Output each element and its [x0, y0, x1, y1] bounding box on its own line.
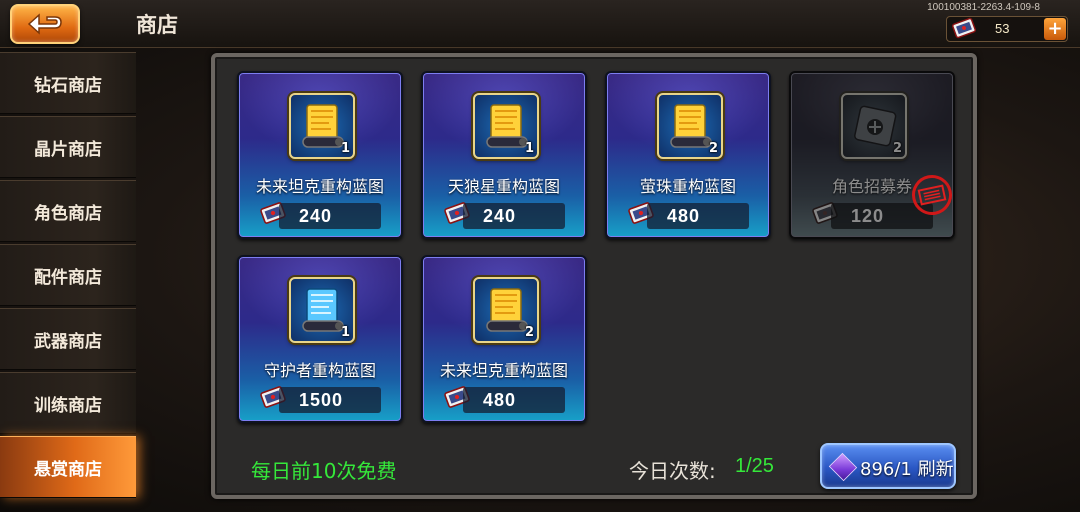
item-quantity: 1 — [340, 141, 350, 156]
item-frame: 2 — [657, 93, 723, 159]
sidebar-item-bounty-shop[interactable]: 悬赏商店 — [0, 436, 136, 498]
add-currency-button[interactable]: + — [1044, 18, 1066, 40]
refresh-label: 896/1 刷新 — [860, 459, 954, 480]
item-frame: 2 — [841, 93, 907, 159]
item-quantity: 1 — [524, 141, 534, 156]
item-price: 240 — [299, 206, 333, 226]
shop-item-card[interactable]: 1 天狼星重构蓝图 240 — [421, 71, 587, 239]
price-bar: 1500 — [279, 387, 381, 413]
item-price: 1500 — [299, 390, 344, 410]
item-price: 120 — [851, 206, 885, 226]
shop-item-card[interactable]: 2 萤珠重构蓝图 480 — [605, 71, 771, 239]
shop-item-card[interactable]: 1 守护者重构蓝图 1500 — [237, 255, 403, 423]
bounty-ticket-currency: 53 + — [946, 16, 1068, 42]
refresh-button[interactable]: 896/1 刷新 — [820, 443, 956, 489]
item-quantity: 2 — [708, 141, 718, 156]
item-quantity: 1 — [340, 325, 350, 340]
bounty-ticket-icon — [952, 17, 976, 39]
item-price: 480 — [483, 390, 517, 410]
shop-item-card[interactable]: 1 未来坦克重构蓝图 240 — [237, 71, 403, 239]
build-id-text: 100100381-2263.4-109-8 — [927, 2, 1040, 13]
sidebar-item-diamond-shop[interactable]: 钻石商店 — [0, 52, 136, 114]
page-title: 商店 — [136, 13, 178, 37]
sidebar-item-weapon-shop[interactable]: 武器商店 — [0, 308, 136, 370]
item-name: 天狼星重构蓝图 — [447, 177, 560, 196]
item-quantity: 2 — [892, 141, 902, 156]
item-quantity: 2 — [524, 325, 534, 340]
item-frame: 2 — [473, 277, 539, 343]
sidebar-item-character-shop[interactable]: 角色商店 — [0, 180, 136, 242]
item-name: 未来坦克重构蓝图 — [439, 361, 568, 380]
item-price: 480 — [667, 206, 701, 226]
item-name: 守护者重构蓝图 — [263, 361, 376, 380]
item-frame: 1 — [289, 93, 355, 159]
back-arrow-icon — [27, 13, 62, 35]
price-bar: 240 — [279, 203, 381, 229]
free-refresh-note: 每日前10次免费 — [251, 459, 397, 483]
sidebar-item-training-shop[interactable]: 训练商店 — [0, 372, 136, 434]
item-price: 240 — [483, 206, 517, 226]
sidebar-item-accessory-shop[interactable]: 配件商店 — [0, 244, 136, 306]
price-bar: 480 — [647, 203, 749, 229]
shop-category-sidebar: 钻石商店 晶片商店 角色商店 配件商店 武器商店 训练商店 悬赏商店 — [0, 52, 136, 512]
item-frame: 1 — [473, 93, 539, 159]
back-button[interactable] — [10, 4, 80, 44]
daily-count-label: 今日次数: — [629, 459, 716, 483]
item-name: 未来坦克重构蓝图 — [255, 177, 384, 196]
price-bar: 240 — [463, 203, 565, 229]
price-bar: 480 — [463, 387, 565, 413]
shop-panel: 1 未来坦克重构蓝图 240 1 天狼星重构蓝图 240 2 萤珠重构蓝图 48… — [211, 53, 977, 499]
item-frame: 1 — [289, 277, 355, 343]
top-bar: 商店 100100381-2263.4-109-8 53 + — [0, 0, 1080, 48]
sidebar-item-chip-shop[interactable]: 晶片商店 — [0, 116, 136, 178]
item-name: 萤珠重构蓝图 — [639, 177, 736, 196]
sold-out-stamp-icon — [917, 184, 947, 206]
purple-gem-icon — [828, 452, 858, 482]
currency-amount: 53 — [995, 21, 1010, 36]
daily-count-value: 1/25 — [735, 455, 774, 477]
shop-item-card[interactable]: 2 未来坦克重构蓝图 480 — [421, 255, 587, 423]
